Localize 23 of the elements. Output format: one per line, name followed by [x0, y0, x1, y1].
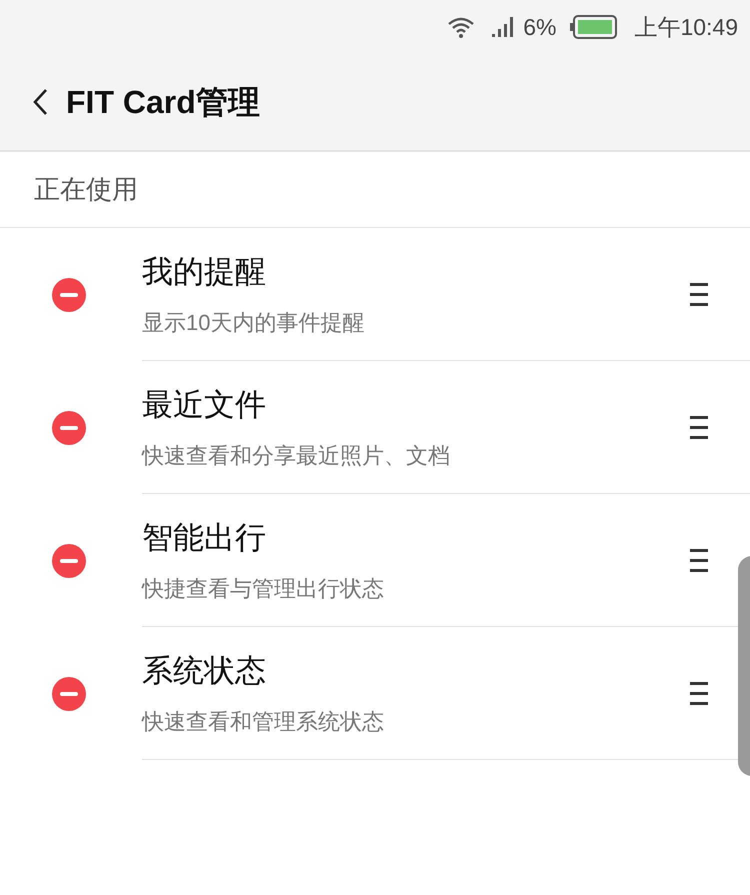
- card-description: 显示10天内的事件提醒: [142, 308, 366, 337]
- battery-icon: [570, 15, 618, 39]
- drag-handle-icon[interactable]: [690, 282, 708, 306]
- signal-icon: [491, 16, 514, 38]
- section-label: 正在使用: [34, 173, 138, 206]
- drag-handle-icon[interactable]: [690, 415, 708, 439]
- card-title: 我的提醒: [142, 253, 267, 292]
- card-description: 快速查看和管理系统状态: [142, 708, 385, 736]
- remove-button[interactable]: [52, 278, 86, 312]
- card-title: 智能出行: [142, 519, 267, 558]
- card-title: 系统状态: [142, 652, 267, 690]
- remove-button[interactable]: [52, 410, 86, 444]
- card-description: 快速查看和分享最近照片、文档: [142, 442, 451, 470]
- card-title: 最近文件: [142, 386, 267, 424]
- wifi-icon: [447, 16, 476, 38]
- page-title: FIT Card管理: [66, 83, 260, 122]
- remove-button[interactable]: [52, 544, 86, 578]
- card-description: 快捷查看与管理出行状态: [142, 574, 385, 603]
- battery-percent: 6%: [523, 12, 556, 42]
- drag-handle-icon[interactable]: [690, 548, 708, 572]
- remove-button[interactable]: [52, 676, 86, 710]
- drag-handle-icon[interactable]: [690, 681, 708, 705]
- status-time: 上午10:49: [634, 12, 738, 42]
